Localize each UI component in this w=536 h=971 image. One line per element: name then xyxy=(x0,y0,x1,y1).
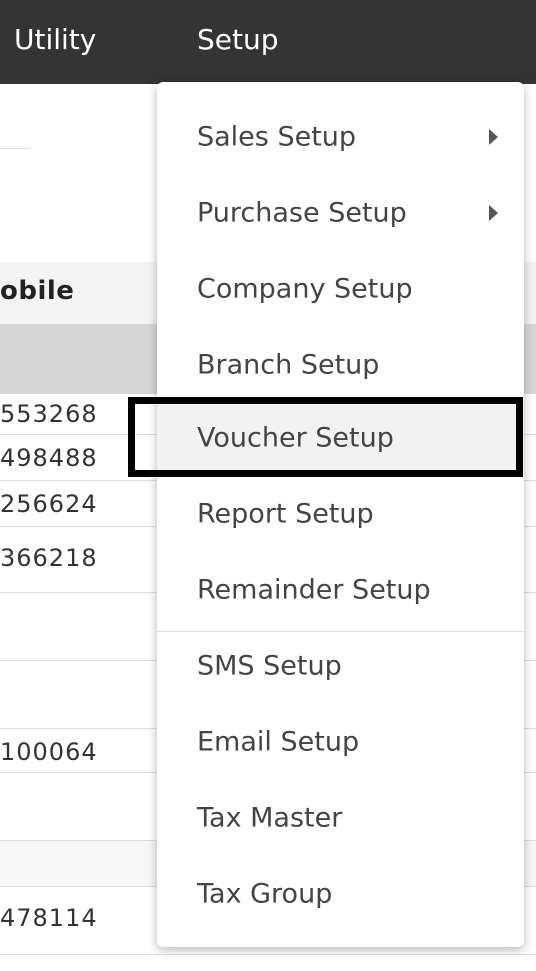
menu-item-label: Report Setup xyxy=(197,498,374,530)
nav-utility[interactable]: Utility xyxy=(14,22,96,58)
menu-item-label: Tax Master xyxy=(197,802,343,834)
menu-item-label: SMS Setup xyxy=(197,650,342,682)
menu-item-label: Sales Setup xyxy=(197,121,357,153)
table-cell-mobile: 553268 xyxy=(0,400,98,428)
page: Utility Setup obile 553268 498488 256624… xyxy=(0,0,536,971)
caret-right-icon xyxy=(489,205,498,221)
divider xyxy=(0,148,30,149)
row-divider xyxy=(0,954,536,955)
menu-item-email-setup[interactable]: Email Setup xyxy=(157,704,524,780)
caret-right-icon xyxy=(489,129,498,145)
table-cell-mobile: 478114 xyxy=(0,904,98,932)
nav-setup[interactable]: Setup xyxy=(197,22,279,58)
menu-item-tax-master[interactable]: Tax Master xyxy=(157,780,524,856)
menu-item-company-setup[interactable]: Company Setup xyxy=(157,251,524,327)
menu-item-purchase-setup[interactable]: Purchase Setup xyxy=(157,175,524,251)
menu-item-report-setup[interactable]: Report Setup xyxy=(157,476,524,552)
menu-item-branch-setup[interactable]: Branch Setup xyxy=(157,327,524,403)
table-cell-mobile: 256624 xyxy=(0,490,98,518)
table-cell-mobile: 100064 xyxy=(0,738,98,766)
table-cell-mobile: 366218 xyxy=(0,544,98,572)
menu-item-sales-setup[interactable]: Sales Setup xyxy=(157,99,524,175)
menu-item-remainder-setup[interactable]: Remainder Setup xyxy=(157,552,524,628)
menu-item-label: Voucher Setup xyxy=(197,422,394,454)
menu-item-label: Branch Setup xyxy=(197,349,380,381)
menu-item-label: Tax Group xyxy=(197,878,333,910)
menu-item-voucher-setup[interactable]: Voucher Setup xyxy=(157,400,524,476)
table-cell-mobile: 498488 xyxy=(0,444,98,472)
top-navbar: Utility Setup xyxy=(0,0,536,84)
menu-item-label: Remainder Setup xyxy=(197,574,431,606)
menu-item-tax-group[interactable]: Tax Group xyxy=(157,856,524,932)
menu-item-sms-setup[interactable]: SMS Setup xyxy=(157,628,524,704)
menu-item-label: Company Setup xyxy=(197,273,413,305)
menu-item-label: Email Setup xyxy=(197,726,360,758)
setup-dropdown-menu: Sales Setup Purchase Setup Company Setup… xyxy=(157,82,524,947)
column-header-mobile[interactable]: obile xyxy=(0,276,74,306)
menu-item-label: Purchase Setup xyxy=(197,197,407,229)
